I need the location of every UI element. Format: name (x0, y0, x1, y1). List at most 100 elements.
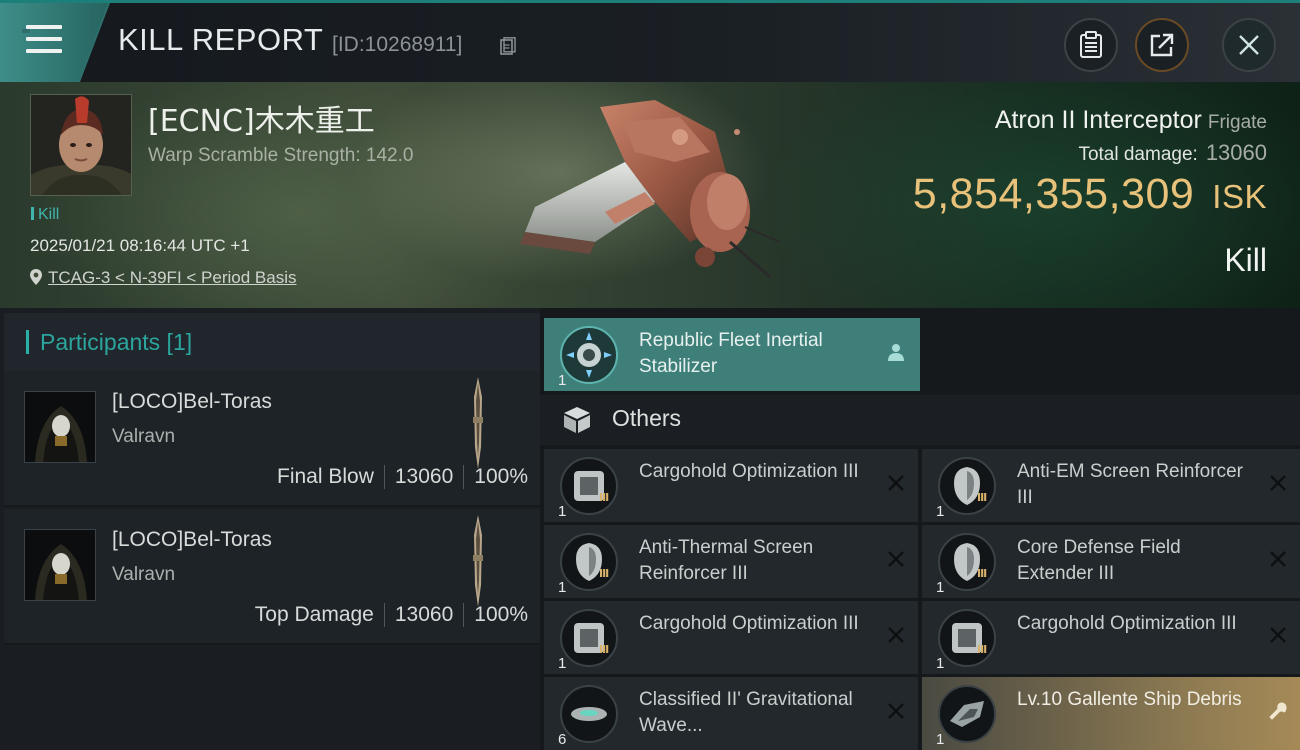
destroyed-x-icon (888, 475, 904, 491)
gravitational-wave-icon (560, 685, 618, 743)
cargohold-module-icon (560, 609, 618, 667)
item-name: Cargohold Optimization III (1017, 613, 1237, 634)
pilot-icon (888, 344, 904, 361)
kill-result: Kill (1224, 242, 1267, 278)
participant-ship-icon[interactable] (466, 515, 490, 607)
tier-badge: III (599, 567, 609, 580)
share-button[interactable] (1135, 18, 1189, 72)
header-accent-bar (26, 330, 29, 354)
item-name: Anti-EM Screen Reinforcer III (1017, 461, 1243, 508)
kill-tag: Kill (31, 206, 59, 224)
participants-panel: Participants [1] [LOCO]Bel-Toras Valravn… (0, 308, 540, 750)
module-icon (566, 332, 612, 378)
participant-ship: Valravn (112, 564, 176, 585)
participant-percent: 100% (474, 603, 528, 626)
tier-badge: III (977, 643, 987, 656)
item-name: Cargohold Optimization III (639, 613, 859, 634)
close-button[interactable] (1222, 18, 1276, 72)
tier-badge: III (977, 567, 987, 580)
isk-amount: 5,854,355,309 (912, 170, 1195, 218)
shield-module-icon (938, 533, 996, 591)
module-icon (952, 623, 982, 653)
item-qty: 1 (936, 579, 945, 596)
participant-stats: Top Damage 13060 100% (255, 603, 528, 627)
item-name: Lv.10 Gallente Ship Debris (1017, 689, 1242, 710)
item-qty: 1 (936, 503, 945, 520)
module-icon (574, 471, 604, 501)
participant-role: Final Blow (277, 465, 374, 488)
participant-ship-icon[interactable] (466, 377, 490, 469)
others-section-header: Others (540, 395, 1300, 445)
ship-debris-icon (938, 685, 996, 743)
clipboard-button[interactable] (1064, 18, 1118, 72)
item-row[interactable]: 6 Classified II' Gravitational Wave... (544, 677, 918, 750)
destroyed-x-icon (1270, 627, 1286, 643)
share-icon (1150, 33, 1174, 57)
participant-row[interactable]: [LOCO]Bel-Toras Valravn Final Blow 13060… (4, 371, 540, 507)
item-name: Classified II' Gravitational Wave... (639, 689, 853, 736)
page-title: KILL REPORT (118, 22, 324, 57)
module-icon (950, 701, 984, 727)
pilot-portrait-image (31, 95, 131, 195)
item-qty: 6 (558, 731, 567, 748)
hamburger-icon (22, 25, 62, 55)
tier-badge: III (977, 491, 987, 504)
destroyed-x-icon (1270, 475, 1286, 491)
isk-value: 5,854,355,309 ISK (913, 170, 1267, 219)
participant-name[interactable]: [LOCO]Bel-Toras (112, 528, 272, 552)
item-row-top[interactable]: 1 Republic Fleet Inertial Stabilizer (544, 318, 920, 391)
kill-location[interactable]: TCAG-3 < N-39FI < Period Basis (30, 268, 296, 288)
separator (463, 603, 465, 627)
hooded-pilot-portrait (25, 530, 95, 600)
item-row[interactable]: 1 Lv.10 Gallente Ship Debris (922, 677, 1300, 750)
module-icon (571, 707, 607, 721)
participant-avatar[interactable] (24, 391, 96, 463)
ship-render-image[interactable] (505, 92, 795, 292)
item-row[interactable]: III 1 Core Defense Field Extender III (922, 525, 1300, 598)
item-row[interactable]: III 1 Cargohold Optimization III (922, 601, 1300, 674)
items-panel: 1 Republic Fleet Inertial Stabilizer Oth… (540, 308, 1300, 750)
item-name: Cargohold Optimization III (639, 461, 859, 482)
item-name: Republic Fleet Inertial Stabilizer (639, 330, 823, 377)
participants-title: Participants [1] (40, 329, 193, 355)
participant-name[interactable]: [LOCO]Bel-Toras (112, 390, 272, 414)
hooded-pilot-portrait (25, 392, 95, 462)
total-damage-label: Total damage: (1078, 144, 1198, 165)
participant-role: Top Damage (254, 603, 374, 626)
module-icon (574, 623, 604, 653)
destroyed-x-icon (1270, 551, 1286, 567)
item-row[interactable]: III 1 Cargohold Optimization III (544, 449, 918, 522)
participant-avatar[interactable] (24, 529, 96, 601)
warp-scramble-strength: Warp Scramble Strength: 142.0 (148, 145, 414, 166)
ship-name[interactable]: Atron II Interceptor Frigate (995, 106, 1267, 135)
copy-icon[interactable] (500, 37, 516, 55)
wrench-icon (1269, 702, 1287, 720)
victim-portrait[interactable] (30, 94, 132, 196)
separator (383, 465, 385, 489)
participant-row[interactable]: [LOCO]Bel-Toras Valravn Top Damage 13060… (4, 509, 540, 645)
separator (383, 603, 385, 627)
inertial-stabilizer-icon (560, 326, 618, 384)
shield-module-icon (560, 533, 618, 591)
report-id: [ID:10268911] (332, 33, 463, 56)
item-row[interactable]: III 1 Anti-Thermal Screen Reinforcer III (544, 525, 918, 598)
cube-icon (564, 407, 590, 433)
isk-unit: ISK (1212, 178, 1267, 215)
item-qty: 1 (558, 579, 567, 596)
clipboard-icon (1080, 31, 1102, 58)
item-qty: 1 (558, 372, 567, 389)
location-link[interactable]: TCAG-3 < N-39FI < Period Basis (48, 268, 296, 287)
destroyed-x-icon (888, 627, 904, 643)
item-row[interactable]: III 1 Cargohold Optimization III (544, 601, 918, 674)
item-row[interactable]: III 1 Anti-EM Screen Reinforcer III (922, 449, 1300, 522)
item-name: Anti-Thermal Screen Reinforcer III (639, 537, 814, 584)
module-icon (576, 543, 602, 581)
location-pin-icon (30, 269, 42, 285)
menu-button[interactable] (0, 3, 110, 82)
participants-header: Participants [1] (4, 313, 540, 371)
module-icon (954, 543, 980, 581)
item-qty: 1 (558, 503, 567, 520)
shield-module-icon (938, 457, 996, 515)
victim-name[interactable]: [ECNC]木木重工 (148, 96, 375, 140)
tier-badge: III (599, 643, 609, 656)
